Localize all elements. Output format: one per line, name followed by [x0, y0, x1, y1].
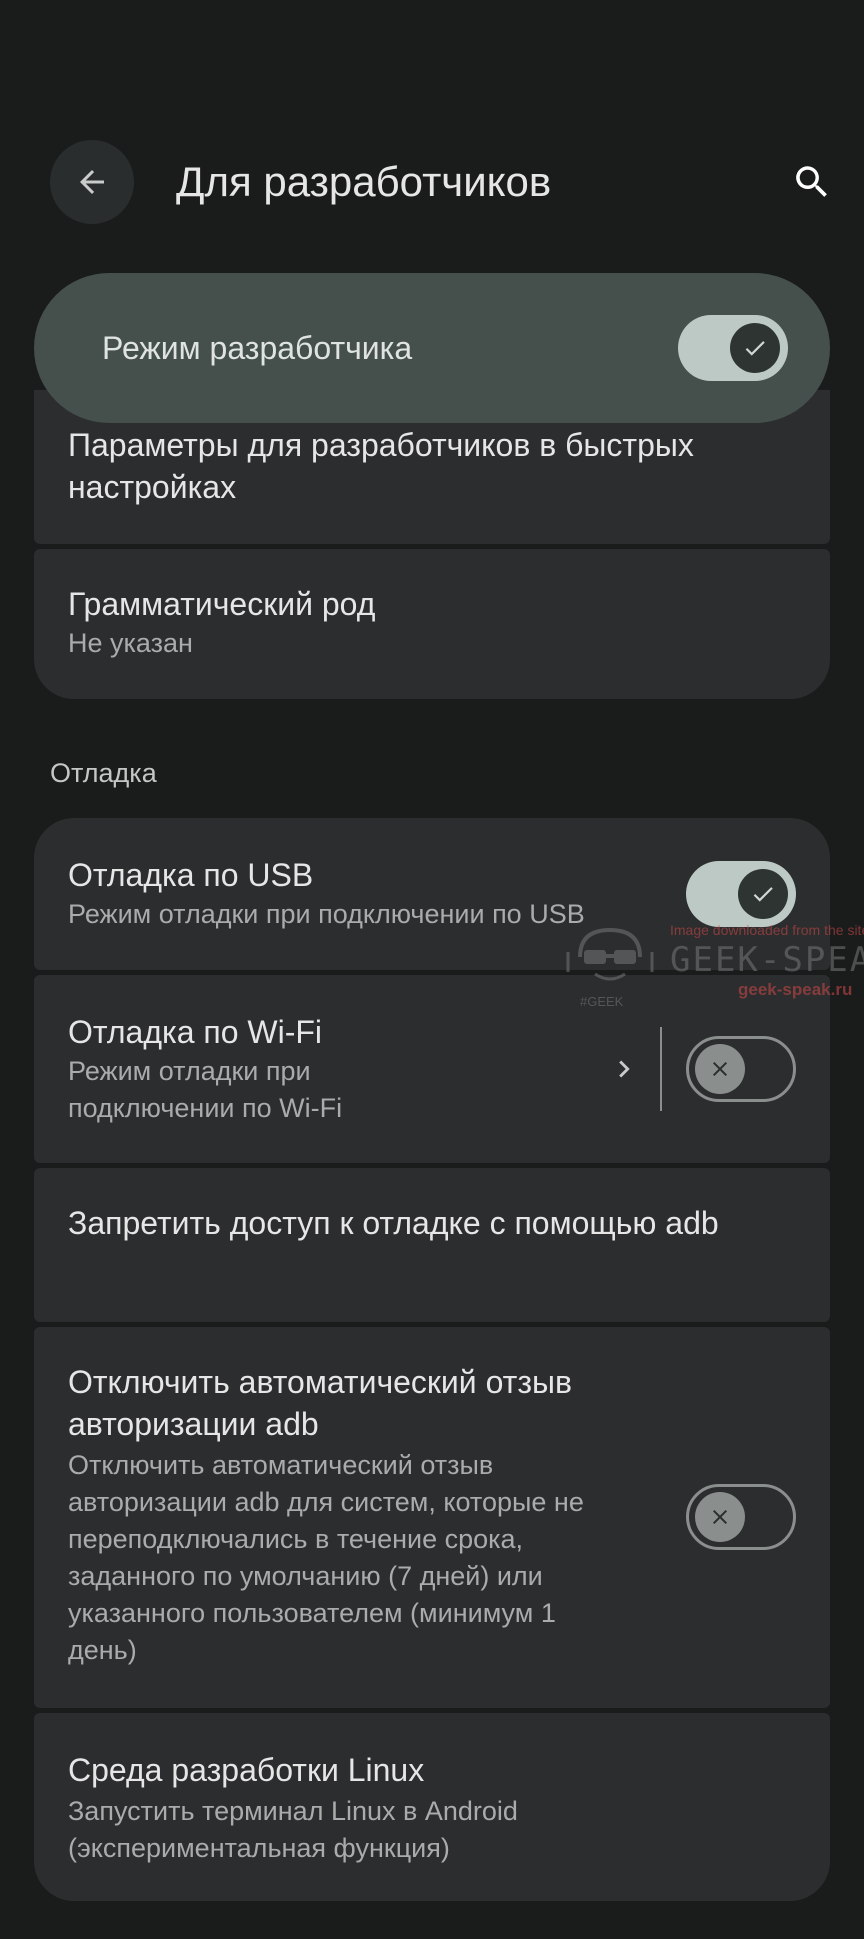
disable-adb-auto-revoke-toggle[interactable]	[686, 1484, 796, 1550]
search-icon	[796, 166, 827, 197]
revoke-usb-debugging-title: Запретить доступ к отладке с помощью adb	[68, 1205, 719, 1241]
watermark-url: geek-speak.ru	[738, 980, 853, 999]
section-header-debug: Отладка	[50, 758, 157, 788]
wifi-debugging-toggle[interactable]	[686, 1036, 796, 1102]
arrow-back-icon	[80, 170, 104, 194]
watermark-brand: GEEK-SPEAK	[670, 940, 864, 980]
disable-adb-auto-revoke-subtitle: Отключить автоматический отзыв авторизац…	[68, 1450, 584, 1665]
close-icon	[695, 1044, 745, 1094]
grammatical-gender-value: Не указан	[68, 628, 193, 658]
chevron-right-icon[interactable]	[604, 1049, 644, 1089]
quick-settings-tiles-title: Параметры для разработчиков в быстрых на…	[68, 427, 694, 505]
divider	[660, 1027, 662, 1111]
developer-mode-toggle[interactable]	[678, 315, 788, 381]
wifi-debugging-title: Отладка по Wi-Fi	[68, 1014, 323, 1050]
close-icon	[695, 1492, 745, 1542]
linux-dev-environment-item[interactable]: Среда разработки Linux Запустить термина…	[34, 1713, 830, 1901]
linux-dev-environment-title: Среда разработки Linux	[68, 1752, 425, 1788]
developer-mode-switch-row[interactable]: Режим разработчика	[34, 273, 830, 423]
check-icon	[730, 323, 780, 373]
geek-mascot-logo	[566, 927, 654, 981]
grammatical-gender-title: Грамматический род	[68, 586, 376, 622]
disable-adb-auto-revoke-item[interactable]: Отключить автоматический отзыв авторизац…	[34, 1327, 830, 1708]
top-app-bar: Для разработчиков	[0, 140, 864, 224]
check-icon	[738, 869, 788, 919]
back-button[interactable]	[50, 140, 134, 224]
revoke-usb-debugging-item[interactable]: Запретить доступ к отладке с помощью adb	[34, 1168, 830, 1322]
disable-adb-auto-revoke-title: Отключить автоматический отзыв авторизац…	[68, 1364, 572, 1442]
usb-debugging-title: Отладка по USB	[68, 857, 314, 893]
wifi-debugging-subtitle: Режим отладки при подключении по Wi-Fi	[68, 1056, 343, 1123]
grammatical-gender-item[interactable]: Грамматический род Не указан	[34, 549, 830, 699]
search-button[interactable]	[784, 154, 840, 210]
usb-debugging-subtitle: Режим отладки при подключении по USB	[68, 899, 585, 929]
watermark-caption: Image downloaded from the site	[670, 922, 864, 938]
linux-dev-environment-subtitle: Запустить терминал Linux в Android (эксп…	[68, 1796, 518, 1863]
watermark: Image downloaded from the site GEEK-SPEA…	[560, 918, 864, 1009]
page-title: Для разработчиков	[176, 158, 552, 205]
developer-mode-label: Режим разработчика	[102, 329, 413, 366]
watermark-tag: #GEEK	[580, 994, 624, 1009]
